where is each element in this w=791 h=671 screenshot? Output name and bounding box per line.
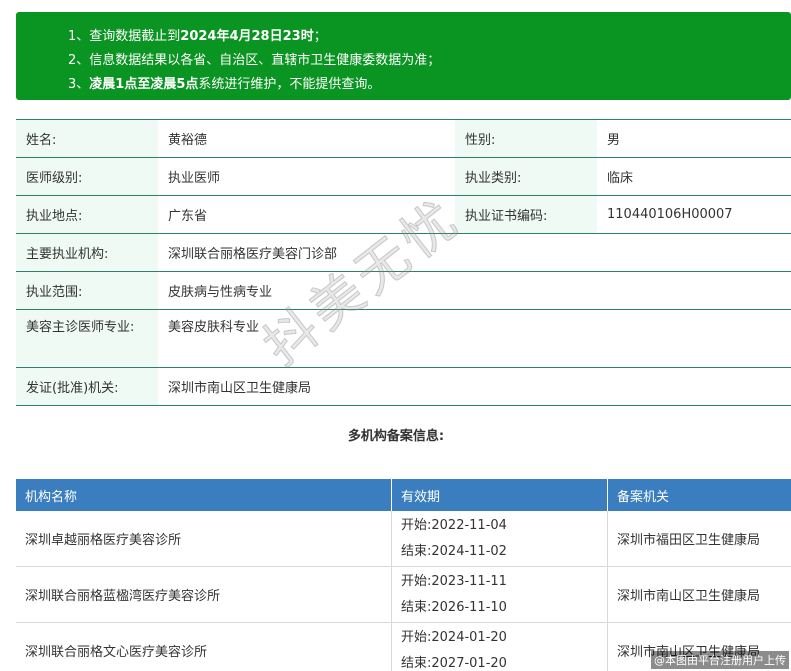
multi-institution-title: 多机构备案信息: (347, 429, 445, 444)
org-name: 深圳卓越丽格医疗美容诊所 (16, 511, 392, 567)
start-date: 开始:2024-01-20 (401, 629, 507, 645)
header-validity: 有效期 (391, 479, 608, 511)
gender-value: 男 (597, 119, 791, 158)
name-value: 黄裕德 (158, 119, 455, 158)
end-date: 结束:2026-11-10 (401, 599, 507, 615)
header-authority: 备案机关 (607, 479, 791, 511)
level-label: 医师级别: (16, 157, 158, 196)
institution-value: 深圳联合丽格医疗美容门诊部 (158, 233, 791, 272)
issuer-label: 发证(批准)机关: (16, 367, 158, 406)
info-row: 姓名: 黄裕德 性别: 男 (16, 119, 791, 158)
header-name: 机构名称 (16, 479, 392, 511)
category-label: 执业类别: (455, 157, 597, 196)
org-authority: 深圳市南山区卫生健康局 (607, 566, 791, 623)
cert-label: 执业证书编码: (455, 195, 597, 234)
info-row: 医师级别: 执业医师 执业类别: 临床 (16, 157, 791, 196)
org-name: 深圳联合丽格文心医疗美容诊所 (16, 622, 392, 671)
scope-value: 皮肤病与性病专业 (158, 271, 791, 310)
upload-credit: @本图由平台注册用户上传 (651, 651, 789, 669)
notice-line-1: 1、查询数据截止到2024年4月28日23时； (68, 29, 327, 44)
info-row: 美容主诊医师专业: 美容皮肤科专业 (16, 309, 791, 368)
scope-label: 执业范围: (16, 271, 158, 310)
org-validity: 开始:2023-11-11 结束:2026-11-10 (391, 566, 608, 623)
institution-table-header: 机构名称 有效期 备案机关 (16, 479, 791, 511)
table-row: 深圳卓越丽格医疗美容诊所 开始:2022-11-04 结束:2024-11-02… (16, 511, 791, 567)
org-validity: 开始:2024-01-20 结束:2027-01-20 (391, 622, 608, 671)
category-value: 临床 (597, 157, 791, 196)
cert-value: 110440106H00007 (597, 195, 791, 234)
end-date: 结束:2027-01-20 (401, 655, 507, 671)
name-label: 姓名: (16, 119, 158, 158)
notice-line-3: 3、凌晨1点至凌晨5点系统进行维护，不能提供查询。 (68, 77, 381, 92)
table-row: 深圳联合丽格蓝楹湾医疗美容诊所 开始:2023-11-11 结束:2026-11… (16, 566, 791, 623)
start-date: 开始:2022-11-04 (401, 517, 507, 533)
institution-table: 机构名称 有效期 备案机关 深圳卓越丽格医疗美容诊所 开始:2022-11-04… (16, 479, 791, 671)
org-validity: 开始:2022-11-04 结束:2024-11-02 (391, 511, 608, 567)
end-date: 结束:2024-11-02 (401, 543, 507, 559)
notice-banner: 1、查询数据截止到2024年4月28日23时； 2、信息数据结果以各省、自治区、… (16, 12, 791, 100)
page: 1、查询数据截止到2024年4月28日23时； 2、信息数据结果以各省、自治区、… (0, 0, 791, 671)
start-date: 开始:2023-11-11 (401, 573, 507, 589)
info-row: 发证(批准)机关: 深圳市南山区卫生健康局 (16, 367, 791, 406)
location-label: 执业地点: (16, 195, 158, 234)
cosmetic-label: 美容主诊医师专业: (16, 309, 158, 368)
org-authority: 深圳市福田区卫生健康局 (607, 511, 791, 567)
issuer-value: 深圳市南山区卫生健康局 (158, 367, 791, 406)
org-name: 深圳联合丽格蓝楹湾医疗美容诊所 (16, 566, 392, 623)
institution-label: 主要执业机构: (16, 233, 158, 272)
notice-line-2: 2、信息数据结果以各省、自治区、直辖市卫生健康委数据为准； (68, 53, 441, 68)
gender-label: 性别: (455, 119, 597, 158)
